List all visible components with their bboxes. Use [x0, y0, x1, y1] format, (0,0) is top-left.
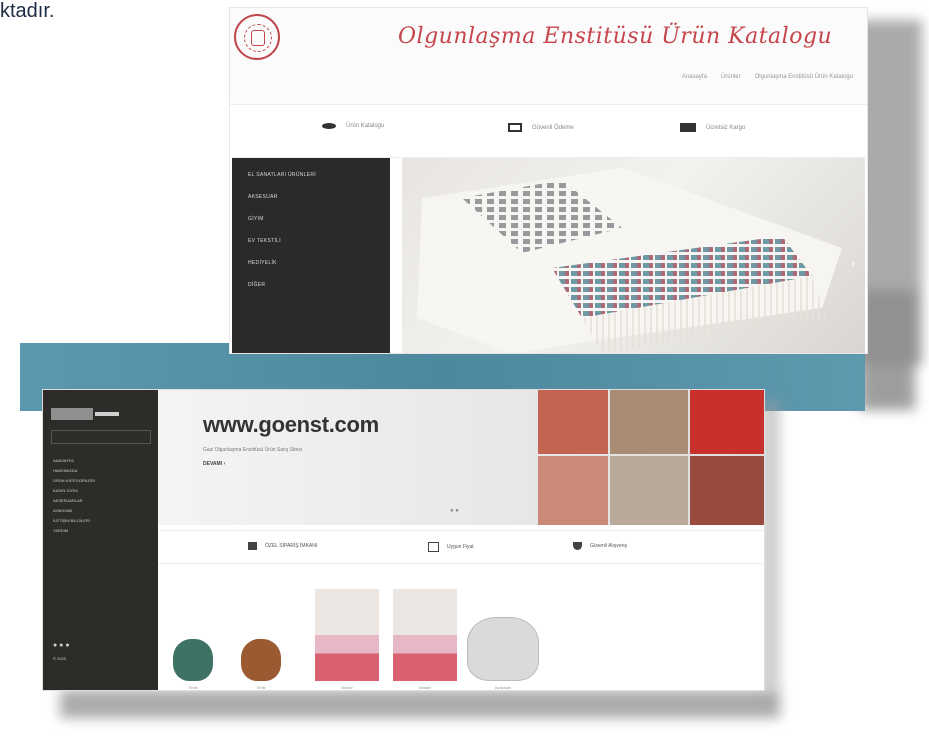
hero-banner: www.goenst.com Gazi Olgunlaşma Enstitüsü…: [158, 390, 764, 525]
product-name: Terlik: [256, 685, 266, 690]
menu-item[interactable]: EV TEKSTİLİ: [248, 238, 281, 244]
hero-slider-image: ›: [402, 158, 865, 353]
mask-mannequin-image: [393, 589, 457, 681]
feature-label: ÖZEL SİPARİŞ İMKANI: [265, 543, 318, 549]
feature-payment[interactable]: Güvenli Ödeme: [508, 123, 574, 132]
top-link-catalog[interactable]: Olgunlaşma Enstitüsü Ürün Katalogu: [755, 74, 853, 80]
slider-dots[interactable]: ● ●: [450, 508, 459, 514]
feature-bar: ÖZEL SİPARİŞ İMKANI Uygun Fiyat Güvenli …: [158, 530, 764, 564]
collage-photo: [690, 390, 764, 454]
logo-text-bar: [95, 412, 119, 416]
site-title: Olgunlaşma Enstitüsü Ürün Katalogu: [398, 24, 833, 49]
menu-item[interactable]: HEDİYELİK: [248, 260, 277, 266]
product-name: Terlik: [188, 685, 198, 690]
product-name: Maske: [419, 685, 431, 690]
card-icon: [508, 123, 522, 132]
sidebar-item[interactable]: İLETİŞİM BİLGİLERİ: [53, 518, 90, 523]
collage-photo: [690, 456, 764, 525]
site-header: Olgunlaşma Enstitüsü Ürün Katalogu Anasa…: [230, 8, 867, 103]
embroidered-textile-image: [417, 168, 842, 353]
product-card[interactable]: Ayakkabı: [464, 617, 542, 690]
slipper-image: [241, 639, 281, 681]
banner-url: www.goenst.com: [203, 412, 379, 437]
search-input[interactable]: [51, 430, 151, 444]
truck-icon: [680, 123, 696, 132]
menu-item[interactable]: DİĞER: [248, 282, 265, 288]
slider-next-arrow[interactable]: ›: [851, 256, 855, 270]
collage-photo: [538, 456, 608, 525]
feature-label: Ücretsiz Kargo: [706, 124, 746, 131]
product-card[interactable]: Maske: [392, 589, 458, 690]
menu-item[interactable]: GİYİM: [248, 216, 264, 222]
top-link-home[interactable]: Anasayfa: [682, 74, 707, 80]
shield-icon: [573, 542, 582, 550]
sidebar-item[interactable]: AKSESUARLAR: [53, 498, 83, 503]
sidebar-item[interactable]: KADIN GİYİM: [53, 488, 78, 493]
shadow-shot1-bottom: [860, 290, 915, 410]
sidebar-footer: © 2020: [53, 656, 66, 661]
feature-label: Güvenli Alışveriş: [590, 543, 627, 549]
feature-shipping[interactable]: Ücretsiz Kargo: [680, 123, 745, 132]
product-name: Ayakkabı: [494, 685, 512, 690]
social-icons[interactable]: ● ● ●: [53, 642, 70, 649]
sidebar-item[interactable]: AYAKKABI: [53, 508, 72, 513]
ministry-logo-icon[interactable]: [234, 14, 280, 60]
collage-photo: [610, 390, 688, 454]
menu-item[interactable]: AKSESUAR: [248, 194, 278, 200]
feature-label: Ürün Katalogu: [346, 123, 385, 129]
feature-secure[interactable]: Güvenli Alışveriş: [573, 542, 627, 550]
shoe-image: [467, 617, 539, 681]
feature-custom-order[interactable]: ÖZEL SİPARİŞ İMKANI: [248, 542, 317, 550]
craft-photo-collage: [538, 390, 764, 525]
sidebar: ANASAYFA HAKKIMIZDA ÜRÜN KATEGORİLERİ KA…: [43, 390, 158, 690]
more-link[interactable]: DEVAMI ›: [203, 461, 225, 467]
gift-icon: [248, 542, 257, 550]
category-menu: EL SANATLARI ÜRÜNLERİ AKSESUAR GİYİM EV …: [232, 158, 390, 353]
collage-photo: [538, 390, 608, 454]
sidebar-item[interactable]: ANASAYFA: [53, 458, 74, 463]
feature-label: Güvenli Ödeme: [532, 124, 574, 131]
product-row: Terlik Terlik Maske Maske Ayakkabı: [158, 575, 764, 690]
site-logo[interactable]: [51, 408, 93, 420]
screenshot-goenst-site: ANASAYFA HAKKIMIZDA ÜRÜN KATEGORİLERİ KA…: [43, 390, 764, 690]
feature-label: Uygun Fiyat: [447, 544, 474, 550]
product-name: Maske: [341, 685, 353, 690]
slipper-image: [173, 639, 213, 681]
sidebar-item[interactable]: YARDIM: [53, 528, 68, 533]
collage-photo: [610, 456, 688, 525]
product-card[interactable]: Maske: [314, 589, 380, 690]
product-card[interactable]: Terlik: [236, 639, 286, 690]
sidebar-item[interactable]: ÜRÜN KATEGORİLERİ: [53, 478, 95, 483]
banner-tagline: Gazi Olgunlaşma Enstitüsü Ürün Satış Sit…: [203, 447, 302, 453]
top-link-products[interactable]: Ürünler: [721, 74, 741, 80]
mask-mannequin-image: [315, 589, 379, 681]
eye-icon: [322, 123, 336, 129]
screenshot-catalog-site: Olgunlaşma Enstitüsü Ürün Katalogu Anasa…: [230, 8, 867, 353]
sidebar-item[interactable]: HAKKIMIZDA: [53, 468, 77, 473]
menu-item[interactable]: EL SANATLARI ÜRÜNLERİ: [248, 172, 316, 178]
top-links: Anasayfa Ürünler Olgunlaşma Enstitüsü Ür…: [682, 74, 853, 80]
tag-icon: [428, 542, 439, 552]
product-card[interactable]: Terlik: [168, 639, 218, 690]
feature-bar: Ürün Katalogu Güvenli Ödeme Ücretsiz Kar…: [230, 104, 867, 158]
feature-catalog[interactable]: Ürün Katalogu: [322, 123, 384, 129]
page-caption: ktadır.: [0, 0, 55, 22]
feature-price[interactable]: Uygun Fiyat: [428, 542, 474, 552]
shadow-shot2: [60, 690, 780, 718]
